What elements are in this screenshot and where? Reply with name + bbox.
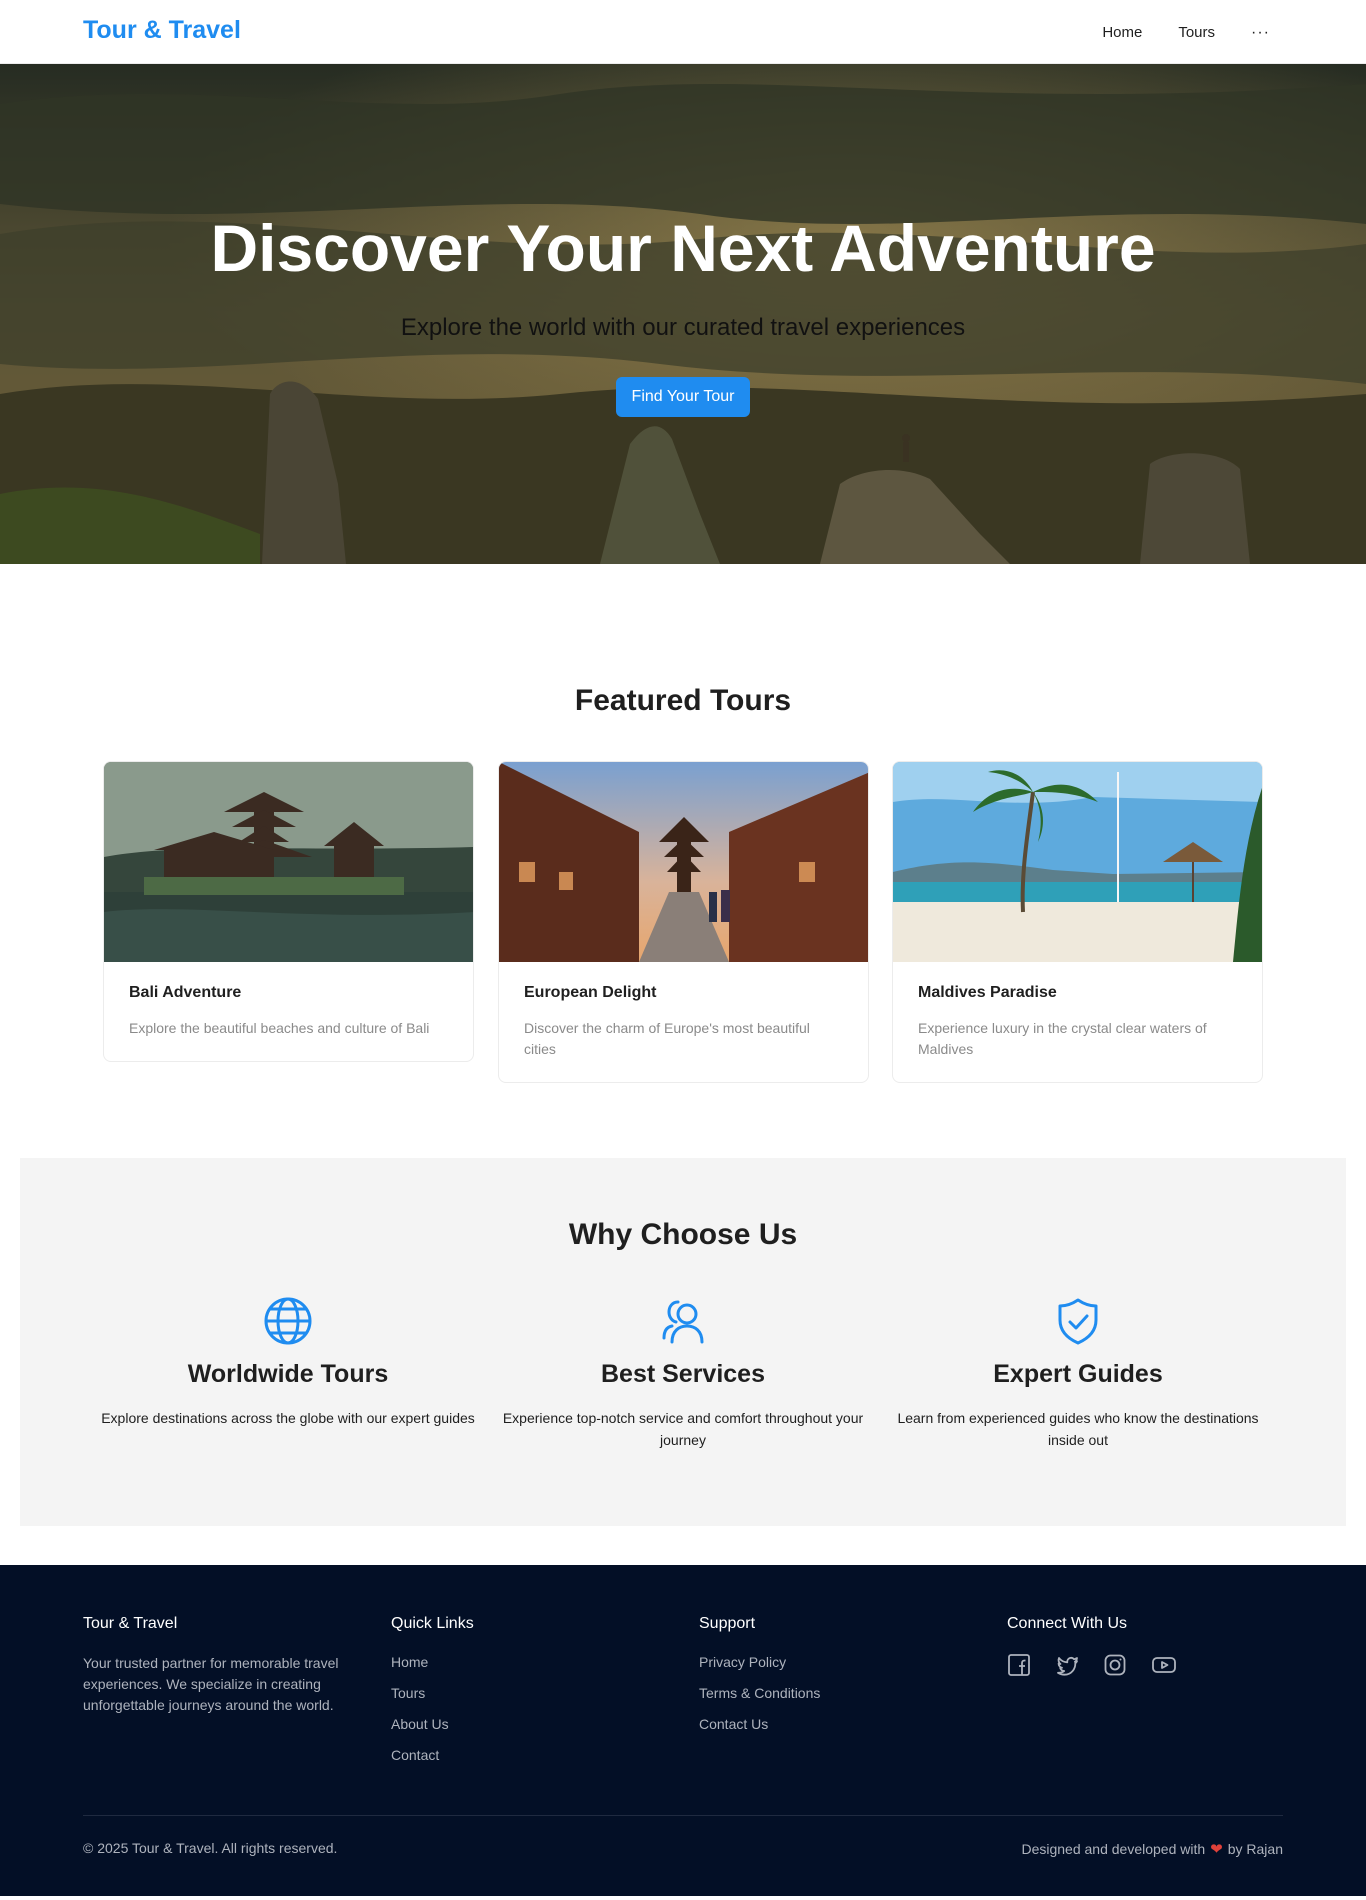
heart-icon: ❤	[1210, 1841, 1223, 1858]
tour-card-description: Experience luxury in the crystal clear w…	[918, 1020, 1207, 1057]
copyright-text: © 2025 Tour & Travel. All rights reserve…	[83, 1840, 338, 1856]
footer-link-contact-us[interactable]: Contact Us	[699, 1716, 768, 1732]
footer-link-about-us[interactable]: About Us	[391, 1716, 449, 1732]
footer-link-tours[interactable]: Tours	[391, 1685, 425, 1701]
brand-logo[interactable]: Tour & Travel	[83, 16, 241, 45]
tour-card-europe[interactable]: European Delight Discover the charm of E…	[498, 761, 869, 1083]
footer-quick-links: Quick Links Home Tours About Us Contact	[391, 1615, 474, 1777]
feature-expert-guides: Expert Guides Learn from experienced gui…	[888, 1296, 1268, 1448]
footer-divider	[83, 1815, 1283, 1816]
nav-link-home[interactable]: Home	[1102, 24, 1142, 41]
footer-link-home[interactable]: Home	[391, 1654, 428, 1670]
nav-link-tours[interactable]: Tours	[1178, 24, 1215, 41]
feature-title: Worldwide Tours	[187, 1360, 389, 1388]
hero-subtitle: Explore the world with our curated trave…	[400, 314, 966, 341]
tour-card-description: Discover the charm of Europe's most beau…	[524, 1020, 810, 1057]
credit-text: Designed and developed with ❤ by Rajan	[1021, 1840, 1283, 1858]
youtube-icon[interactable]	[1151, 1653, 1177, 1677]
bali-temple-image	[104, 762, 473, 962]
footer-support-title: Support	[699, 1615, 756, 1632]
featured-tours-title: Featured Tours	[574, 684, 792, 717]
footer-about: Tour & Travel Your trusted partner for m…	[83, 1615, 348, 1716]
feature-title: Best Services	[600, 1360, 765, 1388]
maldives-beach-image	[893, 762, 1262, 962]
tour-card-maldives[interactable]: Maldives Paradise Experience luxury in t…	[892, 761, 1263, 1083]
tour-card-bali[interactable]: Bali Adventure Explore the beautiful bea…	[103, 761, 474, 1062]
footer-link-contact[interactable]: Contact	[391, 1747, 439, 1763]
why-choose-us-title: Why Choose Us	[568, 1218, 798, 1251]
tour-card-title: European Delight	[524, 984, 657, 1001]
instagram-icon[interactable]	[1103, 1653, 1127, 1677]
credit-suffix: by Rajan	[1227, 1841, 1283, 1857]
footer-connect: Connect With Us	[1007, 1615, 1177, 1677]
feature-worldwide-tours: Worldwide Tours Explore destinations acr…	[98, 1296, 478, 1429]
credit-prefix: Designed and developed with	[1021, 1841, 1206, 1857]
tour-card-description: Explore the beautiful beaches and cultur…	[129, 1020, 430, 1036]
social-links	[1007, 1653, 1177, 1677]
tour-card-title: Maldives Paradise	[918, 984, 1057, 1001]
find-your-tour-button[interactable]: Find Your Tour	[616, 377, 750, 417]
user-group-icon	[662, 1300, 704, 1344]
footer-connect-title: Connect With Us	[1007, 1615, 1128, 1632]
hero-section: Discover Your Next Adventure Explore the…	[0, 64, 1366, 564]
footer-link-terms[interactable]: Terms & Conditions	[699, 1685, 820, 1701]
more-menu-icon[interactable]: ···	[1251, 24, 1270, 40]
top-navbar: Tour & Travel Home Tours ···	[0, 0, 1366, 64]
globe-icon	[264, 1297, 312, 1345]
footer-about-text: Your trusted partner for memorable trave…	[83, 1655, 339, 1713]
feature-best-services: Best Services Experience top-notch servi…	[493, 1296, 873, 1448]
hero-title: Discover Your Next Adventure	[210, 211, 1156, 285]
tour-card-title: Bali Adventure	[129, 984, 242, 1001]
feature-title: Expert Guides	[993, 1360, 1163, 1388]
feature-description: Experience top-notch service and comfort…	[502, 1410, 864, 1448]
facebook-icon[interactable]	[1007, 1653, 1031, 1677]
feature-description: Learn from experienced guides who know t…	[897, 1410, 1259, 1448]
site-footer: Tour & Travel Your trusted partner for m…	[0, 1565, 1366, 1896]
footer-support: Support Privacy Policy Terms & Condition…	[699, 1615, 820, 1746]
kyoto-street-image	[499, 762, 868, 962]
shield-check-icon	[1058, 1298, 1098, 1345]
main-nav: Home Tours ···	[1102, 24, 1270, 41]
footer-link-privacy-policy[interactable]: Privacy Policy	[699, 1654, 786, 1670]
twitter-icon[interactable]	[1055, 1653, 1079, 1677]
footer-about-title: Tour & Travel	[83, 1615, 178, 1632]
footer-quick-links-title: Quick Links	[391, 1615, 474, 1632]
feature-description: Explore destinations across the globe wi…	[101, 1410, 475, 1426]
